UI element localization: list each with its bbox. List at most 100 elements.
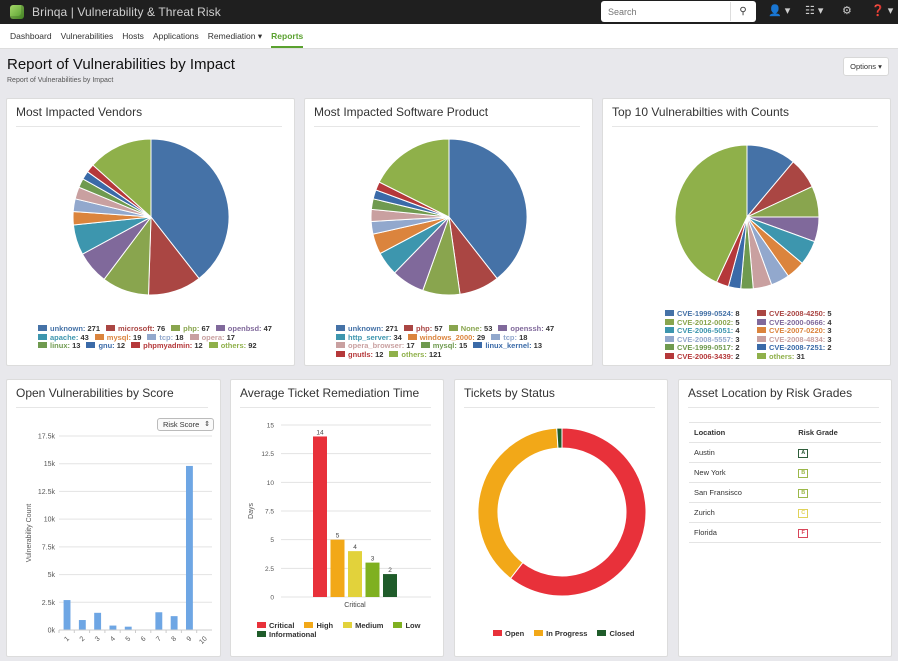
x-tick-label: 10 bbox=[198, 635, 209, 646]
legend-swatch bbox=[131, 342, 141, 348]
legend-item[interactable]: CVE-2006-3439: 2 bbox=[665, 352, 751, 362]
page-subtitle: Report of Vulnerabilities by Impact bbox=[7, 77, 114, 84]
legend-item[interactable]: others: 121 bbox=[389, 349, 441, 360]
bar-score-8[interactable] bbox=[170, 616, 178, 630]
main-nav: Dashboard Vulnerabilities Hosts Applicat… bbox=[0, 24, 898, 49]
legend-swatch bbox=[498, 325, 508, 331]
panel-most-impacted-vendors: Most Impacted Vendors unknown: 271 micros… bbox=[6, 98, 295, 366]
app-title: Brinqa | Vulnerability & Threat Risk bbox=[32, 5, 221, 19]
pie-slice-closed[interactable] bbox=[556, 427, 563, 449]
legend-item[interactable]: Informational bbox=[257, 629, 317, 640]
legend-swatch bbox=[208, 342, 218, 348]
nav-hosts[interactable]: Hosts bbox=[122, 24, 144, 49]
search-input[interactable] bbox=[601, 2, 731, 21]
nav-dashboard[interactable]: Dashboard bbox=[10, 24, 52, 49]
x-tick-label: 5 bbox=[125, 635, 133, 643]
legend-swatch bbox=[257, 622, 266, 628]
legend-item[interactable]: gnutls: 12 bbox=[336, 349, 384, 360]
search-button[interactable]: ⚲ bbox=[731, 6, 755, 17]
bar-score-4[interactable] bbox=[109, 625, 117, 630]
legend-value: 12 bbox=[375, 349, 384, 359]
table-row[interactable]: New York B bbox=[689, 462, 881, 483]
legend-swatch bbox=[38, 333, 47, 340]
legend-label: others: bbox=[769, 351, 797, 361]
x-category-label: Critical bbox=[344, 602, 366, 609]
legend-item[interactable]: linux: 13 bbox=[38, 341, 80, 351]
bar-medium[interactable] bbox=[348, 551, 362, 597]
legend-swatch bbox=[757, 327, 766, 333]
bar-low[interactable] bbox=[365, 562, 380, 597]
nav-reports[interactable]: Reports bbox=[271, 24, 304, 49]
legend-item[interactable]: gnu: 12 bbox=[86, 341, 126, 351]
table-row[interactable]: San Fransisco B bbox=[689, 482, 881, 503]
bar-informational[interactable] bbox=[383, 574, 397, 597]
legend-label: others: bbox=[401, 349, 429, 359]
vendors-pie-chart bbox=[72, 138, 230, 296]
panel-tickets-by-status: Tickets by Status Open In Progress Closed bbox=[454, 379, 668, 657]
panel-title: Open Vulnerabilities by Score bbox=[16, 386, 174, 400]
table-row[interactable]: Zurich C bbox=[689, 502, 881, 523]
legend-item[interactable]: others: 31 bbox=[757, 351, 851, 362]
legend-value: 19 bbox=[133, 332, 142, 342]
legend-value: 15 bbox=[458, 341, 468, 350]
legend-item[interactable]: Open bbox=[493, 629, 525, 639]
bar-data-label: 3 bbox=[371, 556, 375, 563]
legend-value: 29 bbox=[476, 332, 486, 342]
pie-slice-in-progress[interactable] bbox=[477, 427, 559, 580]
location-cell: New York bbox=[689, 462, 794, 483]
bar-score-2[interactable] bbox=[78, 620, 86, 630]
legend-swatch bbox=[597, 630, 607, 636]
options-button[interactable]: Options ▾ bbox=[843, 57, 889, 76]
nav-remediation-dropdown[interactable]: Remediation ▾ bbox=[208, 24, 262, 49]
bar-data-label: 5 bbox=[336, 533, 340, 540]
y-tick-label: 7.5k bbox=[42, 544, 56, 551]
page-title: Report of Vulnerabilities by Impact bbox=[7, 56, 235, 73]
remediation-bar-chart: 0 2.5 5 7.5 10 12.5 15 Days 14 5 4 3 2 Critical bbox=[248, 423, 431, 609]
bar-high[interactable] bbox=[330, 539, 345, 597]
legend-value: 47 bbox=[545, 324, 555, 333]
divider bbox=[16, 407, 208, 408]
legend-item[interactable]: phpmyadmin: 12 bbox=[131, 341, 203, 351]
gear-icon: ⚙ bbox=[842, 5, 852, 17]
score-bar-chart: 0k 2.5k 5k 7.5k 10k 12.5k 15k 17.5k Vulnerabilit… bbox=[26, 434, 212, 646]
legend-swatch bbox=[189, 333, 199, 340]
location-cell: Austin bbox=[689, 442, 794, 463]
legend-label: Open bbox=[505, 629, 525, 638]
legend-value: 12 bbox=[116, 341, 126, 350]
legend-item[interactable]: others: 92 bbox=[208, 341, 257, 351]
legend-item[interactable]: linux_kernel: 13 bbox=[473, 341, 542, 351]
bar-score-9[interactable] bbox=[185, 465, 193, 630]
brinqa-logo[interactable] bbox=[10, 5, 24, 19]
location-cell: Zurich bbox=[689, 502, 794, 523]
y-axis-label: Days bbox=[248, 503, 255, 519]
settings-button[interactable]: ⚙ bbox=[842, 4, 852, 17]
nav-applications[interactable]: Applications bbox=[153, 24, 199, 49]
legend-swatch bbox=[420, 342, 430, 348]
nav-vulnerabilities[interactable]: Vulnerabilities bbox=[61, 24, 114, 49]
bar-critical[interactable] bbox=[313, 436, 327, 597]
legend-label: gnu: bbox=[98, 341, 117, 350]
help-menu-button[interactable]: ❓ ▾ bbox=[871, 4, 893, 17]
divider bbox=[688, 407, 879, 408]
legend-swatch bbox=[665, 335, 674, 342]
legend-swatch bbox=[215, 325, 225, 331]
bar-score-1[interactable] bbox=[63, 600, 71, 630]
panel-title: Asset Location by Risk Grades bbox=[688, 386, 853, 400]
table-row[interactable]: Florida F bbox=[689, 522, 881, 543]
y-tick-label: 5k bbox=[48, 572, 56, 579]
legend-swatch bbox=[448, 325, 458, 331]
legend-item[interactable]: Low bbox=[393, 621, 420, 631]
legend-item[interactable]: In Progress bbox=[534, 629, 587, 639]
y-tick-label: 12.5 bbox=[261, 451, 274, 458]
legend-swatch bbox=[665, 327, 674, 333]
user-menu-button[interactable]: 👤 ▾ bbox=[768, 4, 790, 17]
legend-item[interactable]: Medium bbox=[343, 621, 383, 631]
bar-score-3[interactable] bbox=[94, 612, 102, 630]
apps-menu-button[interactable]: ☷ ▾ bbox=[805, 4, 823, 17]
bar-score-7[interactable] bbox=[155, 612, 163, 630]
legend-label: gnutls: bbox=[348, 349, 376, 359]
legend-label: Informational bbox=[269, 629, 317, 639]
table-row[interactable]: Austin A bbox=[689, 442, 881, 463]
legend-item[interactable]: Closed bbox=[597, 629, 634, 639]
legend-swatch bbox=[757, 318, 766, 325]
